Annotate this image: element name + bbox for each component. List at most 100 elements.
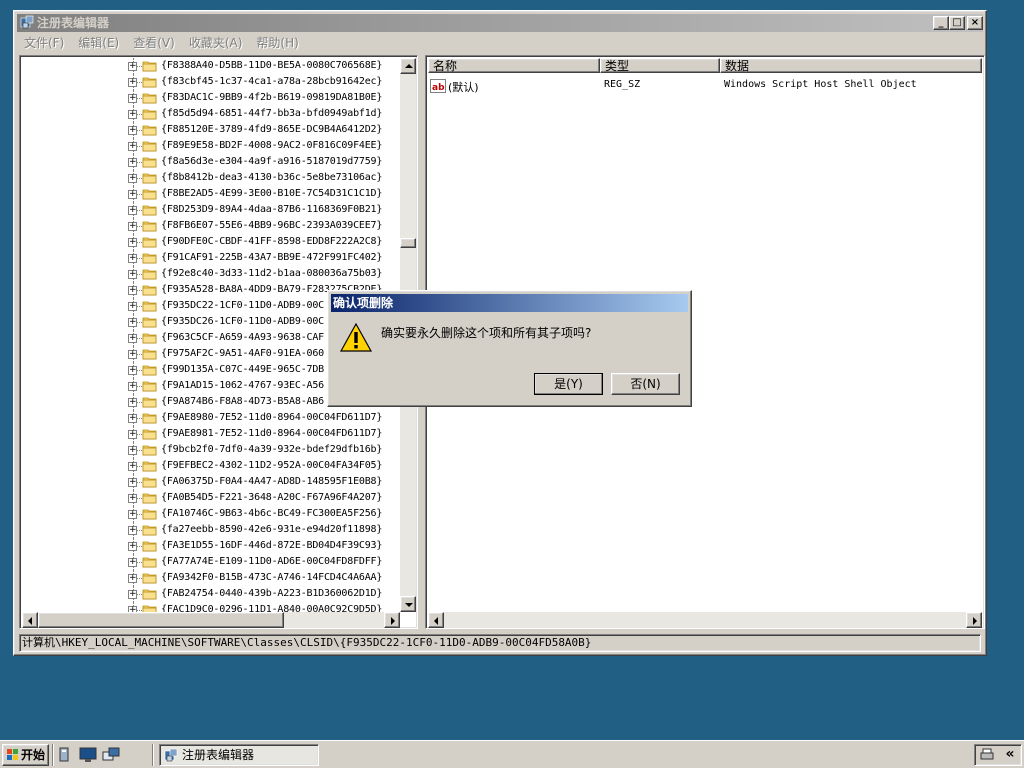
column-header-name[interactable]: 名称 xyxy=(428,58,600,73)
tree-row[interactable]: + {f92e8c40-3d33-11d2-b1aa-080036a75b03} xyxy=(22,266,400,282)
column-header-data[interactable]: 数据 xyxy=(720,58,982,73)
expand-plus-icon[interactable]: + xyxy=(128,382,137,391)
tree-row[interactable]: + {F8D253D9-89A4-4daa-87B6-1168369F0B21} xyxy=(22,202,400,218)
tree-row[interactable]: + {FA77A74E-E109-11D0-AD6E-00C04FD8FDFF} xyxy=(22,554,400,570)
menu-file[interactable]: 文件(F) xyxy=(17,34,71,52)
expand-plus-icon[interactable]: + xyxy=(128,190,137,199)
expand-plus-icon[interactable]: + xyxy=(128,222,137,231)
expand-plus-icon[interactable]: + xyxy=(128,78,137,87)
printer-icon[interactable] xyxy=(979,748,995,762)
expand-plus-icon[interactable]: + xyxy=(128,158,137,167)
menu-help[interactable]: 帮助(H) xyxy=(249,34,305,52)
expand-plus-icon[interactable]: + xyxy=(128,142,137,151)
tray-expand-chevron-icon[interactable]: « xyxy=(1001,745,1019,765)
scroll-thumb[interactable] xyxy=(400,238,416,248)
tree-row[interactable]: + {f85d5d94-6851-44f7-bb3a-bfd0949abf1d} xyxy=(22,106,400,122)
expand-plus-icon[interactable]: + xyxy=(128,494,137,503)
tree-row[interactable]: + {FA9342F0-B15B-473C-A746-14FCD4C4A6AA} xyxy=(22,570,400,586)
taskbar-item-regedit[interactable]: 注册表编辑器 xyxy=(159,744,319,766)
expand-plus-icon[interactable]: + xyxy=(128,478,137,487)
switch-windows-icon[interactable] xyxy=(102,746,120,764)
window-titlebar[interactable]: 注册表编辑器 _ □ × xyxy=(17,14,983,32)
scroll-left-button[interactable] xyxy=(428,612,444,628)
expand-plus-icon[interactable]: + xyxy=(128,254,137,263)
dialog-titlebar[interactable]: 确认项删除 xyxy=(331,294,688,312)
tree-row[interactable]: + {F90DFE0C-CBDF-41FF-8598-EDD8F222A2C8} xyxy=(22,234,400,250)
expand-plus-icon[interactable]: + xyxy=(128,510,137,519)
tree-row[interactable]: + {f8b8412b-dea3-4130-b36c-5e8be73106ac} xyxy=(22,170,400,186)
tree-row[interactable]: + {F83DAC1C-9BB9-4f2b-B619-09819DA81B0E} xyxy=(22,90,400,106)
folder-icon xyxy=(142,364,157,376)
scroll-left-button[interactable] xyxy=(22,612,38,628)
expand-plus-icon[interactable]: + xyxy=(128,110,137,119)
expand-plus-icon[interactable]: + xyxy=(128,558,137,567)
server-manager-icon[interactable] xyxy=(58,747,72,763)
menu-edit[interactable]: 编辑(E) xyxy=(71,34,126,52)
expand-plus-icon[interactable]: + xyxy=(128,238,137,247)
expand-plus-icon[interactable]: + xyxy=(128,318,137,327)
expand-plus-icon[interactable]: + xyxy=(128,574,137,583)
expand-plus-icon[interactable]: + xyxy=(128,94,137,103)
tree-row[interactable]: + {F9EFBEC2-4302-11D2-952A-00C04FA34F05} xyxy=(22,458,400,474)
expand-plus-icon[interactable]: + xyxy=(128,334,137,343)
expand-plus-icon[interactable]: + xyxy=(128,398,137,407)
key-label: {F885120E-3789-4fd9-865E-DC9B4A6412D2} xyxy=(161,124,383,135)
tree-row[interactable]: + {FAB24754-0440-439b-A223-B1D360062D1D} xyxy=(22,586,400,602)
expand-plus-icon[interactable]: + xyxy=(128,286,137,295)
column-header-type[interactable]: 类型 xyxy=(600,58,720,73)
expand-plus-icon[interactable]: + xyxy=(128,462,137,471)
menu-view[interactable]: 查看(V) xyxy=(126,34,182,52)
expand-plus-icon[interactable]: + xyxy=(128,126,137,135)
expand-plus-icon[interactable]: + xyxy=(128,446,137,455)
expand-plus-icon[interactable]: + xyxy=(128,430,137,439)
tree-row[interactable]: + {F89E9E58-BD2F-4008-9AC2-0F816C09F4EE} xyxy=(22,138,400,154)
tree-row[interactable]: + {FAC1D9C0-0296-11D1-A840-00A0C92C9D5D} xyxy=(22,602,400,612)
menu-favorites[interactable]: 收藏夹(A) xyxy=(182,34,250,52)
minimize-button[interactable]: _ xyxy=(933,16,949,30)
list-row[interactable]: ab (默认) REG_SZ Windows Script Host Shell… xyxy=(430,78,970,94)
scroll-up-button[interactable] xyxy=(400,58,416,74)
yes-button[interactable]: 是(Y) xyxy=(534,373,603,395)
folder-icon xyxy=(142,316,157,328)
no-button[interactable]: 否(N) xyxy=(611,373,680,395)
tree-row[interactable]: + {F9AE8980-7E52-11d0-8964-00C04FD611D7} xyxy=(22,410,400,426)
close-button[interactable]: × xyxy=(967,16,983,30)
tree-row[interactable]: + {FA0B54D5-F221-3648-A20C-F67A96F4A207} xyxy=(22,490,400,506)
tree-row[interactable]: + {F8BE2AD5-4E99-3E00-B10E-7C54D31C1C1D} xyxy=(22,186,400,202)
tree-row[interactable]: + {f9bcb2f0-7df0-4a39-932e-bdef29dfb16b} xyxy=(22,442,400,458)
scroll-right-button[interactable] xyxy=(966,612,982,628)
tree-row[interactable]: + {FA3E1D55-16DF-446d-872E-BD04D4F39C93} xyxy=(22,538,400,554)
tree-row[interactable]: + {F91CAF91-225B-43A7-BB9E-472F991FC402} xyxy=(22,250,400,266)
expand-plus-icon[interactable]: + xyxy=(128,414,137,423)
expand-plus-icon[interactable]: + xyxy=(128,366,137,375)
tree-row[interactable]: + {fa27eebb-8590-42e6-931e-e94d20f11898} xyxy=(22,522,400,538)
scroll-right-button[interactable] xyxy=(384,612,400,628)
expand-plus-icon[interactable]: + xyxy=(128,526,137,535)
list-horizontal-scrollbar[interactable] xyxy=(428,612,982,628)
tree-row[interactable]: + {FA10746C-9B63-4b6c-BC49-FC300EA5F256} xyxy=(22,506,400,522)
maximize-button[interactable]: □ xyxy=(949,16,965,30)
expand-plus-icon[interactable]: + xyxy=(128,62,137,71)
tree-row[interactable]: + {F885120E-3789-4fd9-865E-DC9B4A6412D2} xyxy=(22,122,400,138)
tree-row[interactable]: + {f8a56d3e-e304-4a9f-a916-5187019d7759} xyxy=(22,154,400,170)
tree-row[interactable]: + {FA06375D-F0A4-4A47-AD8D-148595F1E0B8} xyxy=(22,474,400,490)
start-button[interactable]: 开始 xyxy=(2,744,49,766)
expand-plus-icon[interactable]: + xyxy=(128,590,137,599)
expand-plus-icon[interactable]: + xyxy=(128,542,137,551)
expand-plus-icon[interactable]: + xyxy=(128,270,137,279)
show-desktop-icon[interactable] xyxy=(79,747,97,763)
tree-row[interactable]: + {F8FB6E07-55E6-4BB9-96BC-2393A039CEE7} xyxy=(22,218,400,234)
scroll-thumb-horizontal[interactable] xyxy=(38,612,284,628)
tree-row[interactable]: + {f83cbf45-1c37-4ca1-a78a-28bcb91642ec} xyxy=(22,74,400,90)
tree-row[interactable]: + {F9AE8981-7E52-11d0-8964-00C04FD611D7} xyxy=(22,426,400,442)
expand-plus-icon[interactable]: + xyxy=(128,174,137,183)
tree-horizontal-scrollbar[interactable] xyxy=(22,612,400,628)
expand-plus-icon[interactable]: + xyxy=(128,350,137,359)
tree-row[interactable]: + {F8388A40-D5BB-11D0-BE5A-0080C706568E} xyxy=(22,58,400,74)
expand-plus-icon[interactable]: + xyxy=(128,206,137,215)
expand-plus-icon[interactable]: + xyxy=(128,302,137,311)
confirm-delete-dialog: 确认项删除 确实要永久删除这个项和所有其子项吗? 是(Y) 否(N) xyxy=(327,290,692,407)
folder-icon xyxy=(142,108,157,120)
scroll-down-button[interactable] xyxy=(400,596,416,612)
key-label: {FA3E1D55-16DF-446d-872E-BD04D4F39C93} xyxy=(161,540,383,551)
